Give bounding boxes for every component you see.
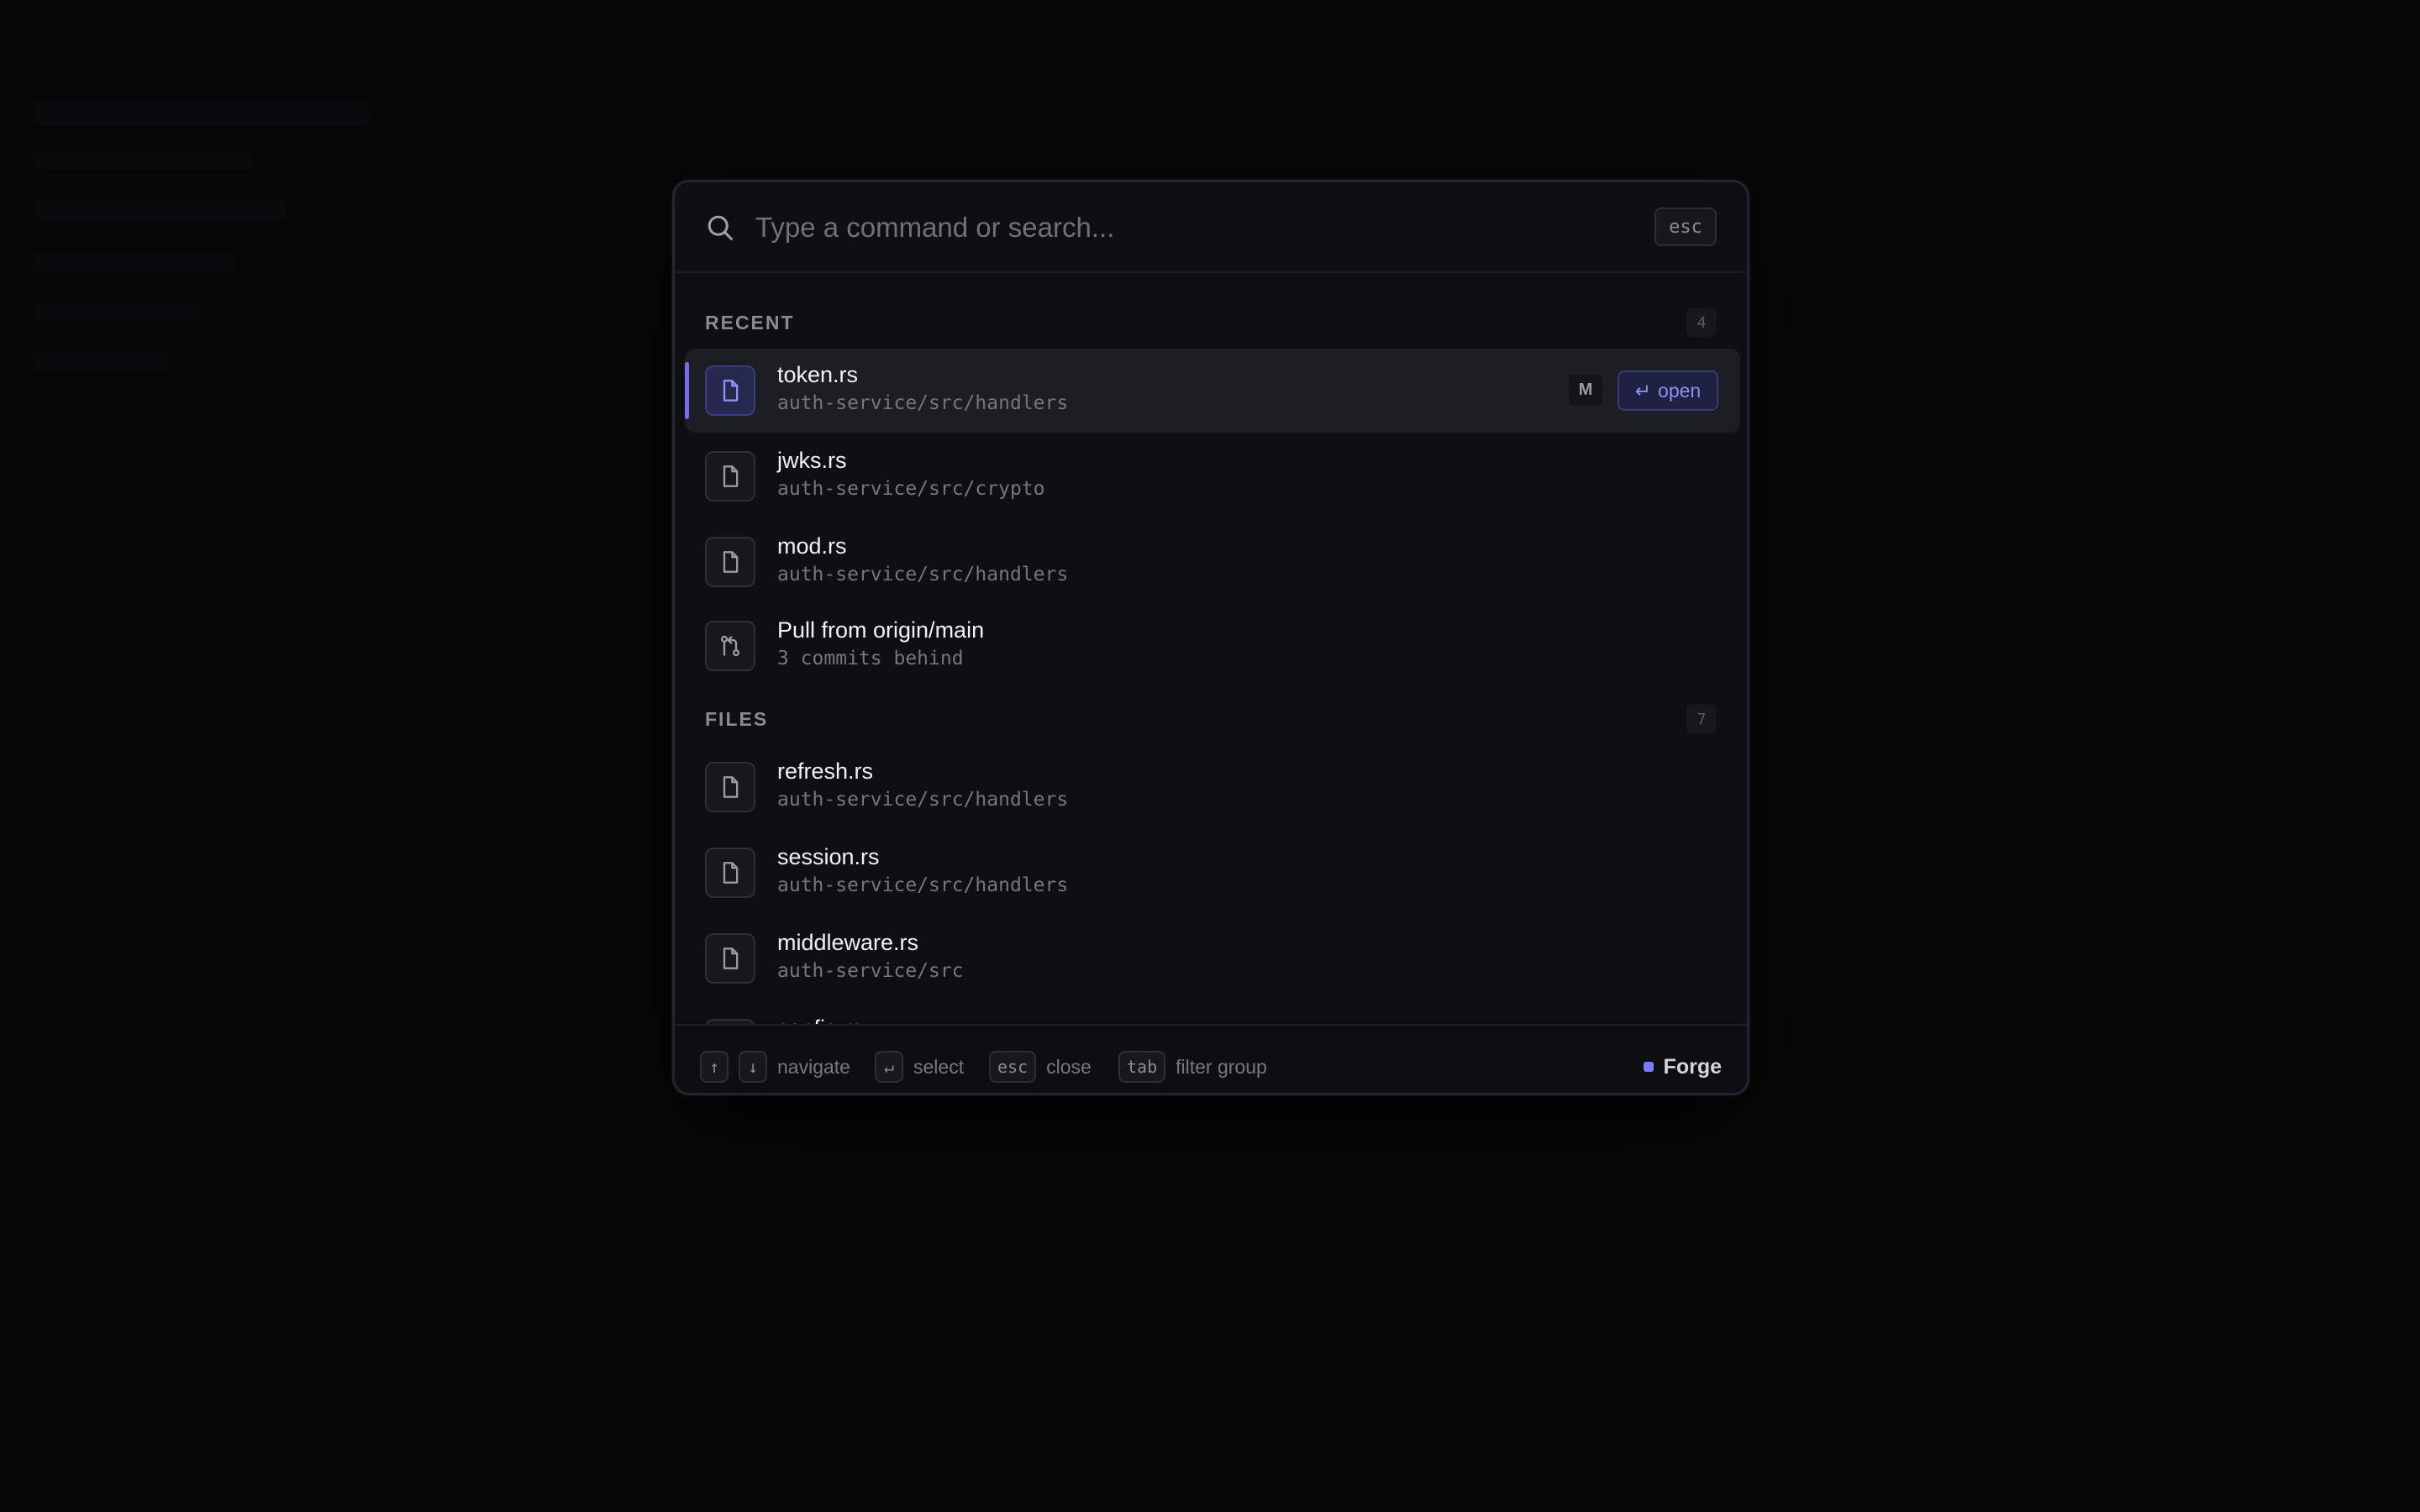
item-title: Pull from origin/main [777,617,985,643]
hint-label: filter group [1176,1055,1267,1078]
list-item-session-rs[interactable]: session.rs auth-service/src/handlers [685,831,1740,915]
esc-key: esc [989,1051,1037,1083]
esc-key-badge[interactable]: esc [1655,207,1717,246]
item-path: auth-service/src/handlers [777,564,1069,585]
list-item-config-rs[interactable]: config.rs [685,1002,1740,1024]
group-title: FILES [705,708,769,730]
item-title: token.rs [777,362,859,387]
list-item-jwks-rs[interactable]: jwks.rs auth-service/src/crypto [685,434,1740,518]
results-list[interactable]: RECENT 4 token.rs auth-service/src/handl… [675,273,1747,1024]
item-subtitle: 3 commits behind [777,648,964,669]
modified-badge: M [1569,375,1602,405]
background-sidebar-placeholder [34,252,235,270]
command-palette: esc RECENT 4 token.rs auth-service/src/h… [672,180,1749,1095]
hint-label: select [913,1055,965,1078]
item-title: config.rs [777,1016,863,1024]
file-icon [705,933,755,984]
background-sidebar-placeholder [34,202,286,220]
hint-label: close [1046,1055,1092,1078]
background-sidebar-placeholder [34,302,202,321]
tab-key: tab [1118,1051,1166,1083]
group-header-files: FILES 7 [705,703,1717,737]
list-item-middleware-rs[interactable]: middleware.rs auth-service/src [685,916,1740,1000]
hint-navigate: ↑ ↓ navigate [700,1051,850,1083]
item-path: auth-service/src/handlers [777,392,1069,414]
list-item-refresh-rs[interactable]: refresh.rs auth-service/src/handlers [685,745,1740,829]
group-title: RECENT [705,312,795,333]
background-sidebar-placeholder [34,101,370,126]
item-path: auth-service/src [777,960,964,982]
list-item-token-rs[interactable]: token.rs auth-service/src/handlers M ↵ o… [685,349,1740,433]
background-sidebar-placeholder [34,151,252,170]
hint-close: esc close [989,1051,1092,1083]
search-input[interactable] [755,204,1629,251]
hint-select: ↵ select [875,1051,964,1083]
search-icon [708,215,733,240]
arrow-up-key: ↑ [700,1051,729,1083]
hint-filter-group: tab filter group [1118,1051,1267,1083]
hint-label: navigate [777,1055,850,1078]
brand-name: Forge [1663,1054,1722,1079]
item-title: session.rs [777,844,880,869]
group-header-recent: RECENT 4 [705,307,1717,340]
file-icon [705,848,755,898]
item-path: auth-service/src/crypto [777,478,1045,500]
item-title: middleware.rs [777,930,919,955]
background-sidebar-placeholder [34,353,168,371]
file-icon [705,537,755,587]
list-item-pull-origin-main[interactable]: Pull from origin/main 3 commits behind [685,604,1740,688]
git-pull-request-icon [705,621,755,671]
selection-indicator [685,362,689,419]
list-item-mod-rs[interactable]: mod.rs auth-service/src/handlers [685,520,1740,604]
item-path: auth-service/src/handlers [777,789,1069,811]
item-title: jwks.rs [777,448,847,473]
group-count: 7 [1686,705,1717,733]
file-icon [705,762,755,812]
shortcut-footer: ↑ ↓ navigate ↵ select esc close tab filt… [675,1024,1747,1093]
group-count: 4 [1686,308,1717,337]
enter-icon: ↵ [1634,379,1652,402]
open-button[interactable]: ↵ open [1618,370,1718,411]
item-path: auth-service/src/handlers [777,874,1069,896]
enter-key: ↵ [875,1051,903,1083]
item-title: refresh.rs [777,759,874,784]
item-title: mod.rs [777,533,847,559]
brand: Forge [1643,1051,1722,1083]
search-bar: esc [675,182,1747,273]
arrow-down-key: ↓ [739,1051,767,1083]
brand-logo-icon [1643,1062,1654,1072]
file-icon [705,451,755,501]
open-button-label: open [1658,379,1702,402]
file-icon [705,365,755,416]
